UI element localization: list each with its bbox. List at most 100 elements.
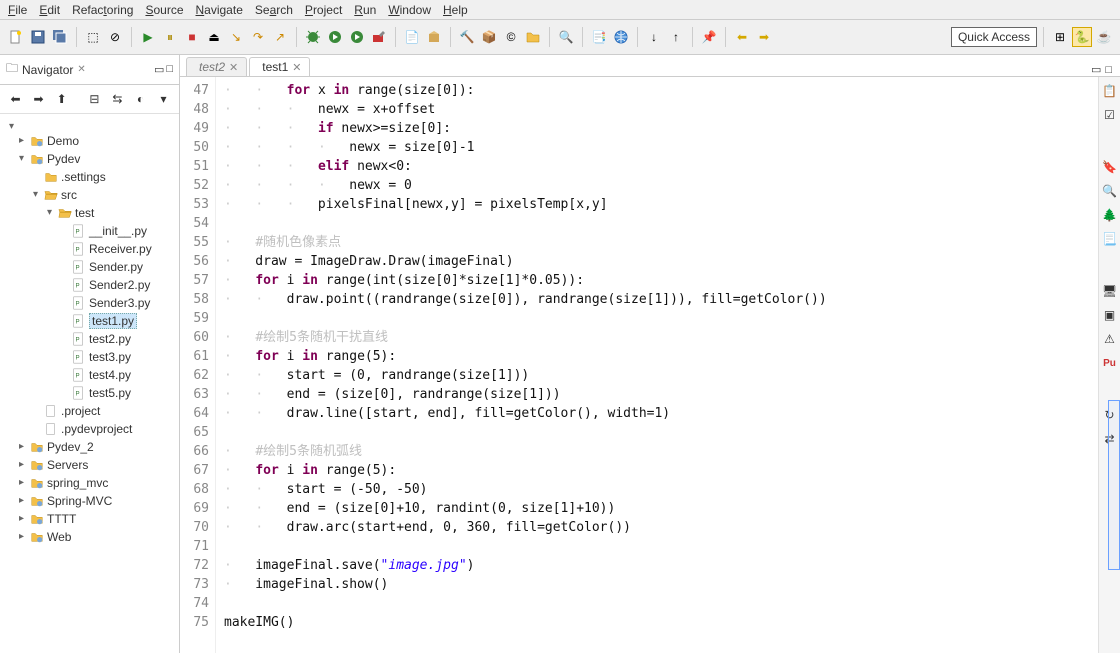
disconnect-button[interactable]: ⏏	[204, 27, 224, 47]
resume-button[interactable]: ▶	[138, 27, 158, 47]
close-view-icon[interactable]: ✕	[77, 64, 85, 75]
properties-icon[interactable]: 📃	[1102, 231, 1118, 247]
quick-access-box[interactable]: Quick Access	[951, 27, 1037, 47]
tree-item[interactable]: ▾test	[44, 204, 177, 222]
menu-project[interactable]: Project	[305, 3, 342, 17]
step-return-button[interactable]: ↗	[270, 27, 290, 47]
back-button[interactable]: ⬅	[732, 27, 752, 47]
menu-help[interactable]: Help	[443, 3, 468, 17]
tree-item-label: spring_mvc	[47, 474, 108, 492]
tree-item[interactable]: ▸TTTT	[16, 510, 177, 528]
link-editor-icon[interactable]: ⇆	[108, 89, 127, 109]
new-module-button[interactable]: 📦	[479, 27, 499, 47]
editor-tab[interactable]: Ptest2✕	[186, 57, 247, 76]
main-toolbar: ⬚ ⊘ ▶ ⏸ ■ ⏏ ↘ ↷ ↗ 📄 🔨 📦 © 🔍 📑 ↓ ↑ 📌 ⬅ ➡ …	[0, 20, 1120, 55]
editor-minimize-icon[interactable]: ▭	[1091, 63, 1101, 76]
tree-item[interactable]: ▾src	[30, 186, 177, 204]
minimize-view-icon[interactable]: ▭	[154, 63, 164, 76]
menu-source[interactable]: Source	[145, 3, 183, 17]
nav-back-icon[interactable]: ⬅	[6, 89, 25, 109]
tree-item[interactable]: ▾Pydev	[16, 150, 177, 168]
next-annotation-button[interactable]: ↓	[644, 27, 664, 47]
file-icon	[44, 422, 58, 436]
tree-item[interactable]: .settings	[30, 168, 177, 186]
nav-forward-icon[interactable]: ➡	[29, 89, 48, 109]
tree-item[interactable]: .pydevproject	[30, 420, 177, 438]
suspend-button[interactable]: ⏸	[160, 27, 180, 47]
toggle-mark-button[interactable]: 📑	[589, 27, 609, 47]
task-list-icon[interactable]: ☑	[1102, 107, 1118, 123]
stop-button[interactable]: ■	[182, 27, 202, 47]
outline-icon[interactable]: 📋	[1102, 83, 1118, 99]
external-tools-button[interactable]	[369, 27, 389, 47]
step-into-button[interactable]: ↘	[226, 27, 246, 47]
code-editor[interactable]: · · for x in range(size[0]): · · · newx …	[216, 77, 1098, 653]
tree-item[interactable]: ▸Spring-MVC	[16, 492, 177, 510]
step-over-button[interactable]: ↷	[248, 27, 268, 47]
tree-item[interactable]: Ptest2.py	[58, 330, 177, 348]
new-button[interactable]	[6, 27, 26, 47]
close-tab-icon[interactable]: ✕	[292, 61, 301, 74]
collapse-all-icon[interactable]: ⊟	[85, 89, 104, 109]
menu-edit[interactable]: Edit	[39, 3, 60, 17]
tree-item[interactable]: PSender2.py	[58, 276, 177, 294]
new-server-button[interactable]: 📄	[402, 27, 422, 47]
bookmarks-icon[interactable]: 🔖	[1102, 159, 1118, 175]
menu-window[interactable]: Window	[388, 3, 431, 17]
search-button[interactable]: 🔍	[556, 27, 576, 47]
tree-item[interactable]: PSender.py	[58, 258, 177, 276]
problems-icon[interactable]: ⚠	[1102, 331, 1118, 347]
new-folder-button[interactable]	[523, 27, 543, 47]
pydev-perspective-button[interactable]: 🐍	[1072, 27, 1092, 47]
ant-build-button[interactable]: 🔨	[457, 27, 477, 47]
search-view-icon[interactable]: 🔍	[1102, 183, 1118, 199]
menu-run[interactable]: Run	[354, 3, 376, 17]
tree-item[interactable]: Ptest1.py	[58, 312, 177, 330]
save-all-button[interactable]	[50, 27, 70, 47]
menu-file[interactable]: File	[8, 3, 27, 17]
java-perspective-button[interactable]: ☕	[1094, 27, 1114, 47]
project-tree[interactable]: ▾▸Demo▾Pydev.settings▾src▾testP__init__.…	[0, 114, 179, 653]
open-perspective-button[interactable]: ⊞	[1050, 27, 1070, 47]
forward-button[interactable]: ➡	[754, 27, 774, 47]
console-icon[interactable]: ▣	[1102, 307, 1118, 323]
tree-item[interactable]: PSender3.py	[58, 294, 177, 312]
tree-item[interactable]: ▸Demo	[16, 132, 177, 150]
tree-item[interactable]: Ptest5.py	[58, 384, 177, 402]
prev-annotation-button[interactable]: ↑	[666, 27, 686, 47]
maximize-view-icon[interactable]: □	[166, 63, 173, 76]
tree-item[interactable]: Ptest3.py	[58, 348, 177, 366]
tree-item[interactable]: P__init__.py	[58, 222, 177, 240]
tree-item[interactable]: PReceiver.py	[58, 240, 177, 258]
tree-item-label: Servers	[47, 456, 88, 474]
svg-text:P: P	[76, 265, 80, 272]
debug-dropdown-button[interactable]	[303, 27, 323, 47]
run-last-button[interactable]	[347, 27, 367, 47]
tree-item[interactable]: Ptest4.py	[58, 366, 177, 384]
nav-up-icon[interactable]: ⬆	[52, 89, 71, 109]
tree-item[interactable]: ▸spring_mvc	[16, 474, 177, 492]
servers-icon[interactable]: 🖥	[1102, 283, 1118, 299]
tree-item[interactable]: .project	[30, 402, 177, 420]
view-menu-icon[interactable]: ▾	[154, 89, 173, 109]
tree-item[interactable]: ▸Pydev_2	[16, 438, 177, 456]
pyunit-icon[interactable]: Pu	[1102, 355, 1118, 371]
menu-refactoring[interactable]: Refactoring	[72, 3, 133, 17]
skip-breakpoints-button[interactable]: ⊘	[105, 27, 125, 47]
run-dropdown-button[interactable]	[325, 27, 345, 47]
save-button[interactable]	[28, 27, 48, 47]
menu-navigate[interactable]: Navigate	[196, 3, 243, 17]
focus-task-icon[interactable]: ◐	[131, 89, 150, 109]
menu-search[interactable]: Search	[255, 3, 293, 17]
toggle-breadcrumb-button[interactable]: ⬚	[83, 27, 103, 47]
new-class-button[interactable]: ©	[501, 27, 521, 47]
hierarchy-icon[interactable]: 🌲	[1102, 207, 1118, 223]
tree-item[interactable]: ▸Web	[16, 528, 177, 546]
tree-item[interactable]: ▸Servers	[16, 456, 177, 474]
new-package-button[interactable]	[424, 27, 444, 47]
editor-maximize-icon[interactable]: □	[1105, 64, 1112, 76]
close-tab-icon[interactable]: ✕	[229, 61, 238, 74]
editor-tab[interactable]: Ptest1✕	[249, 57, 310, 76]
web-browser-button[interactable]	[611, 27, 631, 47]
pin-editor-button[interactable]: 📌	[699, 27, 719, 47]
